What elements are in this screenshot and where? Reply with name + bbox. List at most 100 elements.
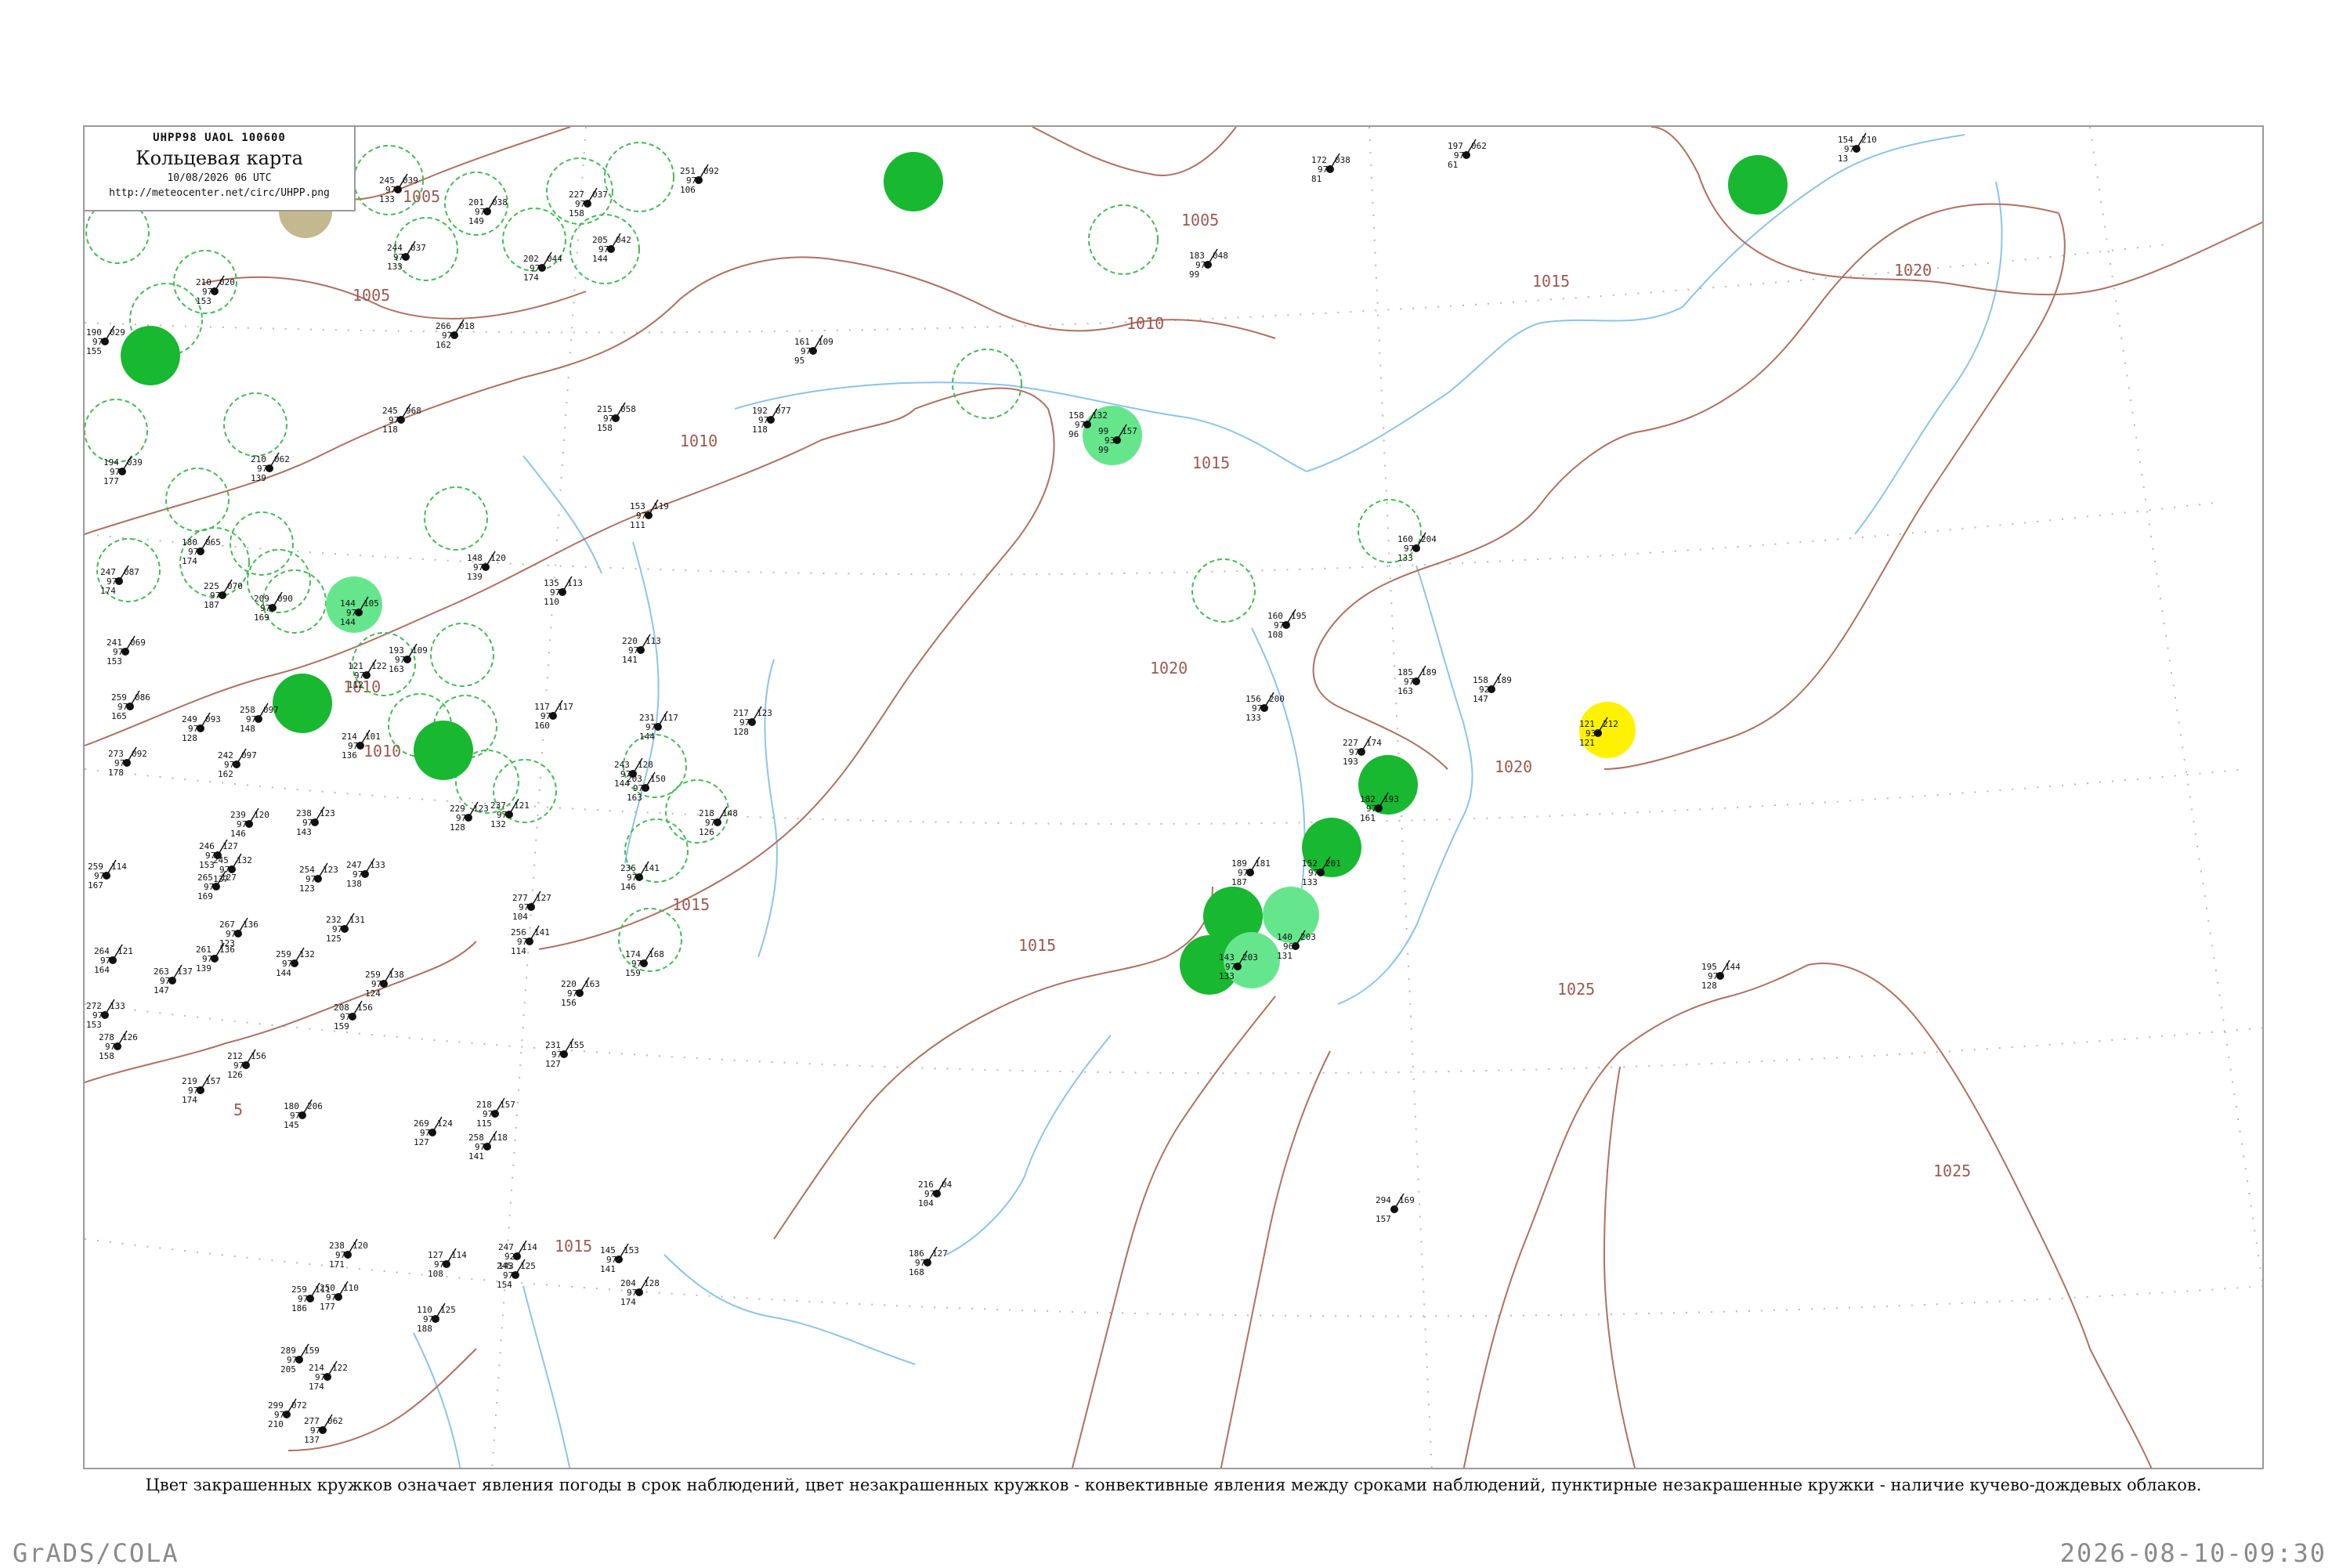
isobar-label: 5 (233, 1100, 243, 1119)
station-pres: 070 (227, 581, 243, 591)
station-pres: 086 (135, 692, 150, 703)
station-pres: 136 (243, 919, 258, 930)
station-dew: 163 (1397, 686, 1413, 696)
station-plot: 212 15697126 (227, 1049, 266, 1080)
station-plot: 225 07097187 (204, 579, 243, 610)
station-dew: 115 (476, 1118, 492, 1129)
station-pres: 111 (315, 1284, 331, 1295)
station-dew: 174 (100, 586, 116, 596)
station-dew: 99 (1098, 445, 1108, 455)
station-dew: 123 (299, 883, 315, 894)
software-credit: GrADS/COLA (13, 1538, 179, 1568)
station-plot: 229 12397128 (450, 801, 489, 833)
coastlines (413, 134, 2003, 1468)
station-plot: 160 19597108 (1267, 609, 1307, 640)
station-dew: 118 (382, 425, 398, 435)
station-plot: 251 09297106 (680, 164, 719, 195)
map-url[interactable]: http://meteocenter.net/circ/UHPP.png (85, 187, 354, 199)
station-pres: 122 (371, 661, 387, 671)
station-dew: 106 (680, 185, 696, 195)
station-plot: 231 11797144 (639, 710, 678, 742)
station-pres: 968 (406, 406, 421, 416)
station-dew: 13 (1838, 154, 1848, 164)
station-pres: 137 (177, 966, 193, 977)
station-dew: 159 (625, 968, 641, 978)
station-dew: 133 (1219, 971, 1235, 981)
station-pres: 092 (132, 749, 147, 759)
station-dew: 148 (240, 724, 255, 734)
isobar-label: 1005 (1181, 211, 1219, 229)
station-temp: 294 (1376, 1195, 1391, 1205)
station-pres: 04 (942, 1180, 953, 1190)
station-pres: 029 (110, 327, 125, 338)
station-plot: 264 12197164 (94, 944, 133, 975)
station-pres: 109 (818, 337, 833, 347)
station-plot: 259 13897124 (365, 967, 404, 999)
station-pres: 156 (251, 1051, 266, 1061)
station-pres: 206 (307, 1101, 323, 1111)
station-pres: 020 (219, 277, 235, 287)
isobar-label: 1015 (1192, 453, 1230, 472)
station-plot: 194 03997177 (103, 455, 143, 486)
station-dew: 158 (569, 208, 584, 219)
station-pres: 141 (644, 863, 660, 873)
station-dew: 147 (154, 985, 169, 995)
station-plot: 204 12897174 (620, 1276, 660, 1307)
station-plot: 244 03797133 (387, 240, 426, 272)
station-pres: 189 (1496, 675, 1512, 685)
station-dew: 153 (199, 860, 215, 870)
isobar-label: 1015 (1018, 936, 1056, 955)
station-dew: 174 (620, 1297, 636, 1307)
station-plot: 259 13297144 (276, 947, 315, 978)
station-dew: 144 (639, 732, 655, 742)
station-pres: 090 (277, 594, 293, 604)
station-plot: 214 12297174 (309, 1360, 348, 1392)
isobar-label: 1020 (1495, 757, 1532, 776)
station-dew: 108 (1267, 630, 1283, 640)
station-pres: 122 (332, 1363, 348, 1373)
station-plot: 278 12697158 (99, 1030, 138, 1061)
render-timestamp: 2026-08-10-09:30 (2059, 1538, 2326, 1568)
station-plot: 195 14497128 (1701, 959, 1741, 991)
isobar-label: 1015 (1532, 272, 1570, 291)
station-pres: 128 (638, 760, 653, 770)
station-plot: 190 02997155 (86, 325, 125, 356)
isobar-label: 1010 (1126, 314, 1164, 333)
station-pres: 114 (522, 1242, 537, 1252)
station-dew: 153 (107, 656, 122, 667)
isobar-labels: 1005 1005 1005 1010 1010 1010 1010 1015 … (233, 187, 1971, 1255)
station-pres: 119 (653, 501, 669, 511)
station-pres: 127 (932, 1248, 948, 1259)
station-dew: 178 (108, 768, 124, 778)
station-plot: 241 06997153 (107, 635, 146, 667)
station-dew: 112 (348, 680, 363, 690)
station-pres: 123 (757, 708, 772, 718)
station-dew: 141 (468, 1151, 484, 1162)
station-dew: 162 (218, 769, 233, 779)
station-dew: 144 (340, 617, 356, 627)
station-pres: 105 (363, 598, 379, 609)
station-dew: 174 (523, 273, 539, 283)
map-title: Кольцевая карта (136, 147, 303, 169)
bulletin-code: UHPP98 UAOL 100600 (153, 132, 286, 144)
station-pres: 037 (410, 243, 426, 253)
station-dew: 149 (468, 216, 484, 226)
station-dew: 161 (1360, 813, 1376, 823)
station-dew: 131 (1277, 951, 1292, 961)
station-pres: 141 (534, 927, 550, 938)
station-pres: 203 (1242, 952, 1258, 963)
station-dew: 104 (918, 1198, 934, 1209)
isobars (85, 127, 2262, 1468)
station-pres: 169 (1399, 1195, 1415, 1205)
station-plot: 261 13697139 (196, 942, 235, 974)
station-plot: 247 08797174 (100, 565, 139, 596)
station-dew: 126 (227, 1070, 243, 1080)
station-pres: 120 (352, 1241, 368, 1251)
station-pres: 065 (205, 537, 221, 547)
station-pres: 163 (584, 979, 600, 989)
station-pres: 123 (323, 865, 338, 875)
station-dew: 147 (1473, 694, 1488, 704)
isobar-label: 1025 (1557, 980, 1595, 999)
station-dew: 104 (512, 912, 528, 922)
station-dew: 128 (733, 727, 749, 737)
